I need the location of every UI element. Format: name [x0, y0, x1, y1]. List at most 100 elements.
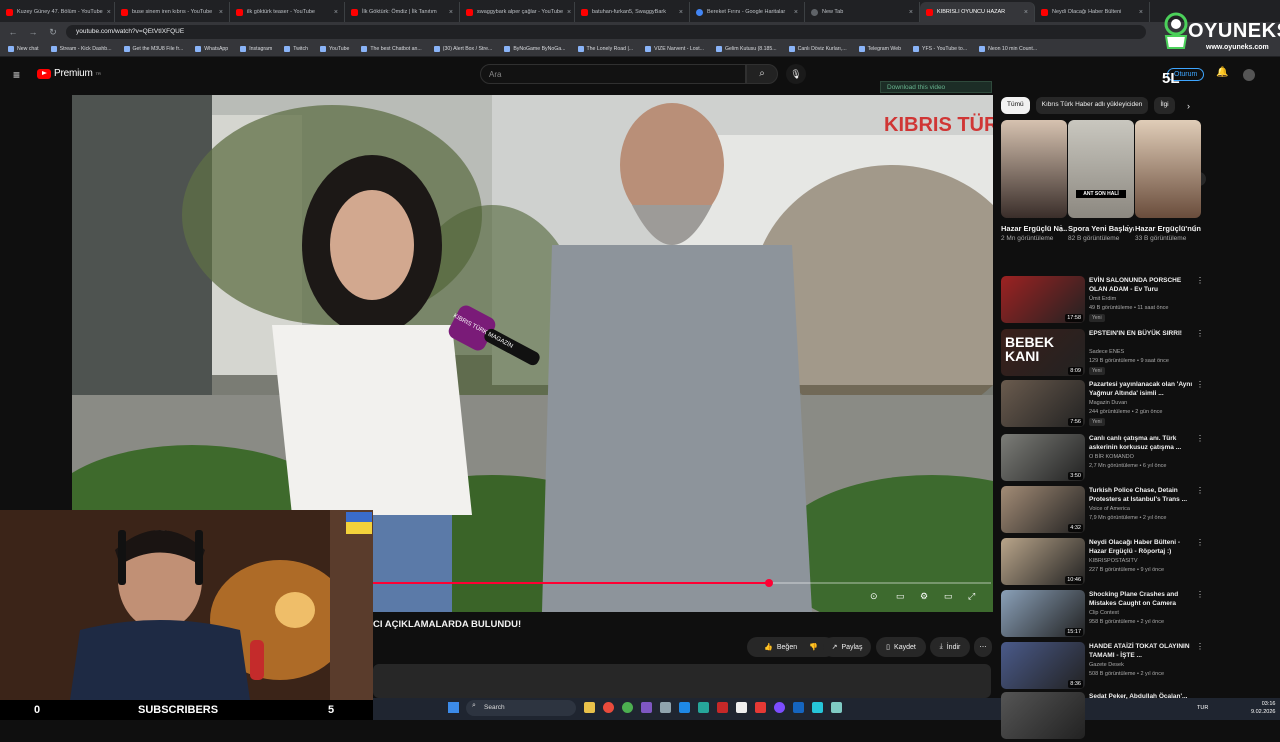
browser-tab[interactable]: Bereket Fırını - Google Haritalar × — [690, 2, 805, 22]
short-thumbnail[interactable] — [1135, 120, 1201, 218]
filter-chip[interactable]: Kıbrıs Türk Haber adlı yükleyiciden — [1035, 97, 1149, 114]
autoplay-toggle[interactable]: ⊙ — [870, 591, 878, 602]
video-more-icon[interactable]: ⋮ — [1196, 329, 1204, 338]
bookmark-item[interactable]: YouTube — [319, 46, 349, 52]
bookmark-item[interactable]: YFS - YouTube to... — [913, 46, 967, 52]
chrome-icon[interactable] — [622, 702, 633, 713]
browser-tab[interactable]: KIBRISLI OYUNCU HAZAR × — [920, 2, 1035, 22]
download-button[interactable]: ⤓ İndir — [930, 637, 970, 657]
chips-next-icon[interactable]: › — [1187, 101, 1190, 111]
terminal-icon[interactable] — [660, 702, 671, 713]
tab-close-icon[interactable]: × — [1139, 9, 1143, 16]
reload-icon[interactable]: ↻ — [48, 27, 58, 38]
short-thumbnail[interactable] — [1001, 120, 1067, 218]
video-card[interactable]: 8:36 HANDE ATAİZİ TOKAT OLAYININ TAMAMI -… — [1001, 642, 1204, 692]
video-card[interactable]: 3:50 Canlı canlı çatışma anı. Türk askeri… — [1001, 434, 1204, 484]
video-title-link[interactable]: Shocking Plane Crashes and Mistakes Caug… — [1089, 590, 1193, 608]
bookmark-item[interactable]: Stream - Kick Dashb... — [50, 46, 112, 52]
channel-name[interactable]: Magazin Duvarı — [1089, 400, 1128, 406]
taskbar-search[interactable]: Search — [466, 700, 576, 716]
video-more-icon[interactable]: ⋮ — [1196, 434, 1204, 443]
progress-scrubber[interactable] — [764, 579, 773, 587]
bookmark-item[interactable]: WhatsApp — [195, 46, 228, 52]
bookmark-item[interactable]: New chat — [8, 46, 39, 52]
theater-mode-icon[interactable]: ▭ — [944, 591, 953, 602]
browser-tab[interactable]: batuhan-furkan5, SwaggyBark × — [575, 2, 690, 22]
video-card[interactable]: BEBEK KANI 8:09 EPSTEIN'IN EN BÜYÜK SIRRI!… — [1001, 329, 1204, 379]
video-title-link[interactable]: HANDE ATAİZİ TOKAT OLAYININ TAMAMI - İŞT… — [1089, 642, 1193, 660]
video-card[interactable]: 4:32 Turkish Police Chase, Detain Protest… — [1001, 486, 1204, 536]
short-card[interactable]: Hazar Ergüçlü'nün... 33 B görüntüleme ⋮ — [1135, 120, 1201, 243]
steam-icon[interactable] — [679, 702, 690, 713]
video-card[interactable]: Sedat Peker, Abdullah Öcalan'... — [1001, 692, 1201, 742]
bookmark-item[interactable]: (30) Alert Box / Stre... — [433, 46, 492, 52]
channel-name[interactable]: KIBRISPOSTASITV — [1089, 558, 1138, 564]
opera-icon[interactable] — [603, 702, 614, 713]
app-icon[interactable] — [774, 702, 785, 713]
short-more-icon[interactable]: ⋮ — [1124, 224, 1132, 233]
browser-tab[interactable]: ilk göktürk teaser - YouTube × — [230, 2, 345, 22]
video-more-icon[interactable]: ⋮ — [1196, 642, 1204, 651]
channel-name[interactable]: Sadece ENES — [1089, 349, 1124, 355]
app-icon[interactable] — [831, 702, 842, 713]
bookmark-item[interactable]: Gelim Kutusu (8.185... — [716, 46, 777, 52]
video-more-icon[interactable]: ⋮ — [1196, 590, 1204, 599]
browser-tab[interactable]: buse sinem iren kıbrıs - YouTube × — [115, 2, 230, 22]
media-icon[interactable] — [736, 702, 747, 713]
voice-search-button[interactable]: 🎙 — [786, 64, 806, 84]
bookmark-item[interactable]: The Lonely Road |... — [577, 46, 633, 52]
tab-close-icon[interactable]: × — [107, 9, 111, 16]
tab-close-icon[interactable]: × — [1024, 9, 1028, 16]
taskbar-clock[interactable]: 03:16 9.02.2026 — [1251, 700, 1275, 716]
video-card[interactable]: 15:17 Shocking Plane Crashes and Mistakes… — [1001, 590, 1204, 640]
tab-close-icon[interactable]: × — [794, 9, 798, 16]
channel-name[interactable]: Clip Context — [1089, 610, 1119, 616]
short-card[interactable]: Hazar Ergüçlü Na... 2 Mn görüntüleme ⋮ — [1001, 120, 1067, 243]
tab-close-icon[interactable]: × — [334, 9, 338, 16]
like-button[interactable]: 👍 Beğen 👎 — [747, 637, 835, 657]
video-title-link[interactable]: EPSTEIN'IN EN BÜYÜK SIRRI! — [1089, 329, 1193, 338]
video-card[interactable]: 10:46 Neydi Olacağı Haber Bülteni - Hazar… — [1001, 538, 1204, 588]
avatar[interactable] — [1243, 69, 1255, 81]
video-title-link[interactable]: Neydi Olacağı Haber Bülteni - Hazar Ergü… — [1089, 538, 1193, 556]
browser-tab[interactable]: İlk Göktürk: Ömdiz | İlk Tanıtım × — [345, 2, 460, 22]
notifications-icon[interactable]: 🔔 — [1216, 67, 1228, 78]
video-more-icon[interactable]: ⋮ — [1196, 538, 1204, 547]
tab-close-icon[interactable]: × — [449, 9, 453, 16]
subtitles-icon[interactable]: ▭ — [896, 591, 905, 602]
bookmark-item[interactable]: ByNoGame ByNoGa... — [504, 46, 566, 52]
obs-icon[interactable] — [698, 702, 709, 713]
filter-chip[interactable]: İlgi — [1154, 97, 1175, 114]
youtube-logo[interactable]: Premium TR — [37, 68, 101, 79]
short-more-icon[interactable]: ⋮ — [1057, 224, 1065, 233]
back-icon[interactable]: ← — [8, 27, 18, 37]
channel-name[interactable]: Gazete Desek — [1089, 662, 1124, 668]
app-icon[interactable] — [812, 702, 823, 713]
tab-close-icon[interactable]: × — [679, 9, 683, 16]
tab-close-icon[interactable]: × — [909, 9, 913, 16]
video-card[interactable]: 17:58 EVİN SALONUNDA PORSCHE OLAN ADAM - … — [1001, 276, 1204, 326]
bookmark-item[interactable]: Canlı Döviz Kurları,... — [788, 46, 847, 52]
search-button[interactable]: ⌕ — [746, 64, 778, 84]
menu-icon[interactable]: ≡ — [13, 68, 20, 82]
browser-tab[interactable]: New Tab × — [805, 2, 920, 22]
bookmark-item[interactable]: The best Chatbot an... — [361, 46, 422, 52]
channel-name[interactable]: Ümit Erdim — [1089, 296, 1116, 302]
more-actions-button[interactable]: ⋯ — [974, 637, 992, 657]
video-more-icon[interactable]: ⋮ — [1196, 486, 1204, 495]
fullscreen-icon[interactable]: ⤢ — [968, 591, 975, 602]
bookmark-item[interactable]: VIZE Narvent - Lost... — [645, 46, 704, 52]
filter-chip[interactable]: Tümü — [1001, 97, 1030, 114]
forward-icon[interactable]: → — [28, 27, 38, 37]
settings-gear-icon[interactable]: ⚙ — [920, 591, 928, 602]
channel-name[interactable]: O BİR KOMANDO — [1089, 454, 1134, 460]
video-thumbnail[interactable] — [1001, 692, 1085, 739]
video-title-link[interactable]: Canlı canlı çatışma anı. Türk askerinin … — [1089, 434, 1193, 452]
bookmark-item[interactable]: Neon 10 min Count... — [979, 46, 1037, 52]
discord-icon[interactable] — [641, 702, 652, 713]
share-button[interactable]: ↗ Paylaş — [823, 637, 871, 657]
bookmark-item[interactable]: Twitch — [284, 46, 308, 52]
download-video-button[interactable]: Download this video — [880, 81, 992, 93]
channel-name[interactable]: Voice of America — [1089, 506, 1130, 512]
video-title-link[interactable]: Pazartesi yayınlanacak olan 'Aynı Yağmur… — [1089, 380, 1193, 398]
